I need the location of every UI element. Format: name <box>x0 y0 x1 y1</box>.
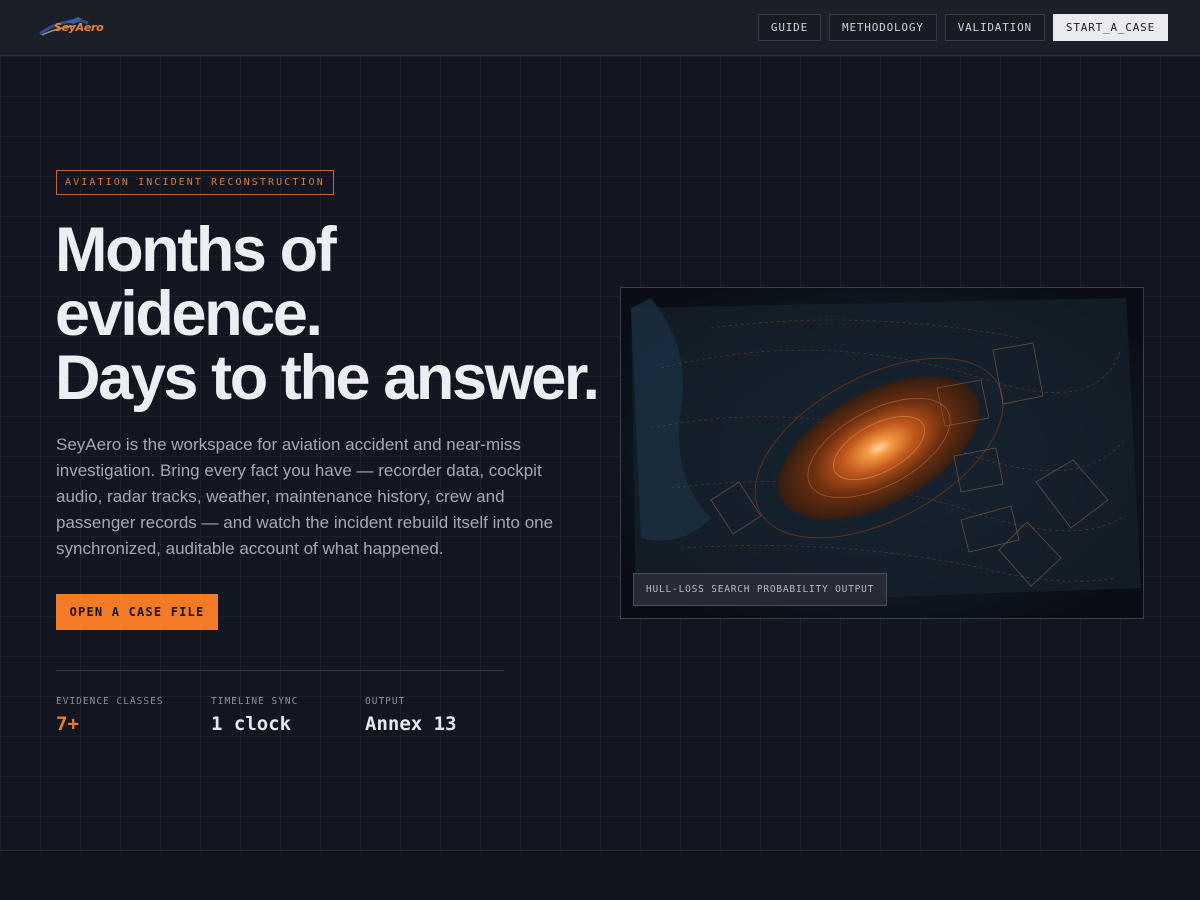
brand-logo[interactable]: SeyAero <box>38 14 104 40</box>
nav-guide-button[interactable]: GUIDE <box>757 14 822 41</box>
stat-label: OUTPUT <box>365 696 406 707</box>
nav-validation-button[interactable]: VALIDATION <box>944 14 1045 41</box>
visual-caption: HULL-LOSS SEARCH PROBABILITY OUTPUT <box>633 573 888 606</box>
stat-label: EVIDENCE CLASSES <box>56 696 164 707</box>
stat-value: 7+ <box>56 713 79 735</box>
top-navigation-bar: SeyAero GUIDE METHODOLOGY VALIDATION STA… <box>0 0 1200 56</box>
stats-divider <box>56 670 504 671</box>
open-case-file-button[interactable]: OPEN A CASE FILE <box>56 594 218 630</box>
hero-description: SeyAero is the workspace for aviation ac… <box>56 435 554 558</box>
hero-eyebrow-tag: AVIATION INCIDENT RECONSTRUCTION <box>56 170 334 195</box>
search-probability-heatmap-icon <box>621 288 1143 618</box>
nav-methodology-button[interactable]: METHODOLOGY <box>829 14 937 41</box>
hero-headline: Months of evidence. Days to the answer. <box>55 218 615 410</box>
brand-logo-text: SeyAero <box>54 21 104 34</box>
stat-value: 1 clock <box>211 713 292 735</box>
stat-value: Annex 13 <box>365 713 457 735</box>
main-nav: GUIDE METHODOLOGY VALIDATION START_A_CAS… <box>757 14 1168 41</box>
hero-section: AVIATION INCIDENT RECONSTRUCTION Months … <box>0 56 1200 851</box>
stat-label: TIMELINE SYNC <box>211 696 299 707</box>
search-probability-visual: HULL-LOSS SEARCH PROBABILITY OUTPUT <box>620 287 1144 619</box>
headline-line-2: evidence. <box>55 279 323 349</box>
stat-evidence-classes: EVIDENCE CLASSES 7+ <box>56 696 164 735</box>
stat-output: OUTPUT Annex 13 <box>365 696 457 735</box>
headline-line-1: Months of <box>55 215 337 285</box>
headline-line-3: Days to the answer. <box>55 343 600 413</box>
stat-timeline-sync: TIMELINE SYNC 1 clock <box>211 696 298 735</box>
start-a-case-button[interactable]: START_A_CASE <box>1052 14 1168 41</box>
